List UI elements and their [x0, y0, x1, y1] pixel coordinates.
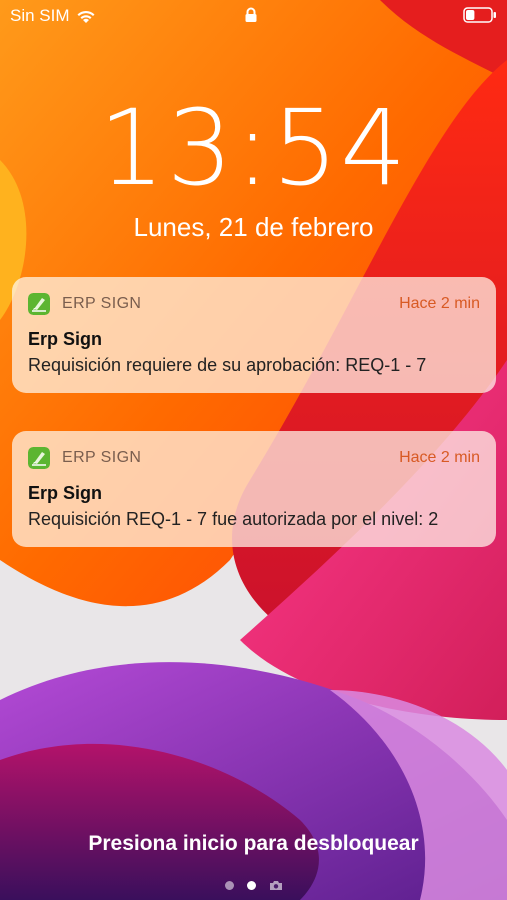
notification-header: ERP SIGN Hace 2 min [28, 445, 480, 471]
battery-icon [463, 7, 496, 23]
notification-title: Erp Sign [28, 329, 103, 349]
notification-time: Hace 2 min [399, 295, 480, 312]
lock-icon [245, 7, 257, 22]
page-dot [224, 881, 234, 890]
notification-header: ERP SIGN Hace 2 min [28, 291, 480, 317]
unlock-hint: Presiona inicio para desbloquear [88, 832, 419, 855]
notification-card[interactable]: ERP SIGN Hace 2 min Erp Sign Requisición… [12, 431, 496, 547]
erp-sign-app-icon [28, 293, 50, 315]
status-bar: Sin SIM [0, 0, 507, 32]
carrier: Sin SIM [10, 6, 96, 26]
page-indicator[interactable] [0, 880, 507, 891]
wifi-icon [77, 10, 95, 23]
notification-card[interactable]: ERP SIGN Hace 2 min Erp Sign Requisición… [12, 277, 496, 393]
notification-title: Erp Sign [28, 483, 103, 503]
date: Lunes, 21 de febrero [133, 212, 374, 242]
carrier-label: Sin SIM [10, 6, 70, 25]
page-dot-active [246, 881, 256, 890]
battery-fill [466, 10, 475, 20]
erp-sign-app-icon [28, 447, 50, 469]
notification-body: Requisición requiere de su aprobación: R… [28, 355, 427, 375]
notification-app-name: ERP SIGN [62, 449, 142, 466]
lock-screen: Sin SIM 13:54 Lunes, 21 de febrero ERP S… [0, 0, 507, 900]
camera-icon[interactable] [269, 880, 283, 891]
notification-time: Hace 2 min [399, 449, 480, 466]
clock: 13:54 [98, 87, 409, 209]
notification-app-name: ERP SIGN [62, 295, 142, 312]
notification-body: Requisición REQ-1 - 7 fue autorizada por… [28, 509, 439, 529]
